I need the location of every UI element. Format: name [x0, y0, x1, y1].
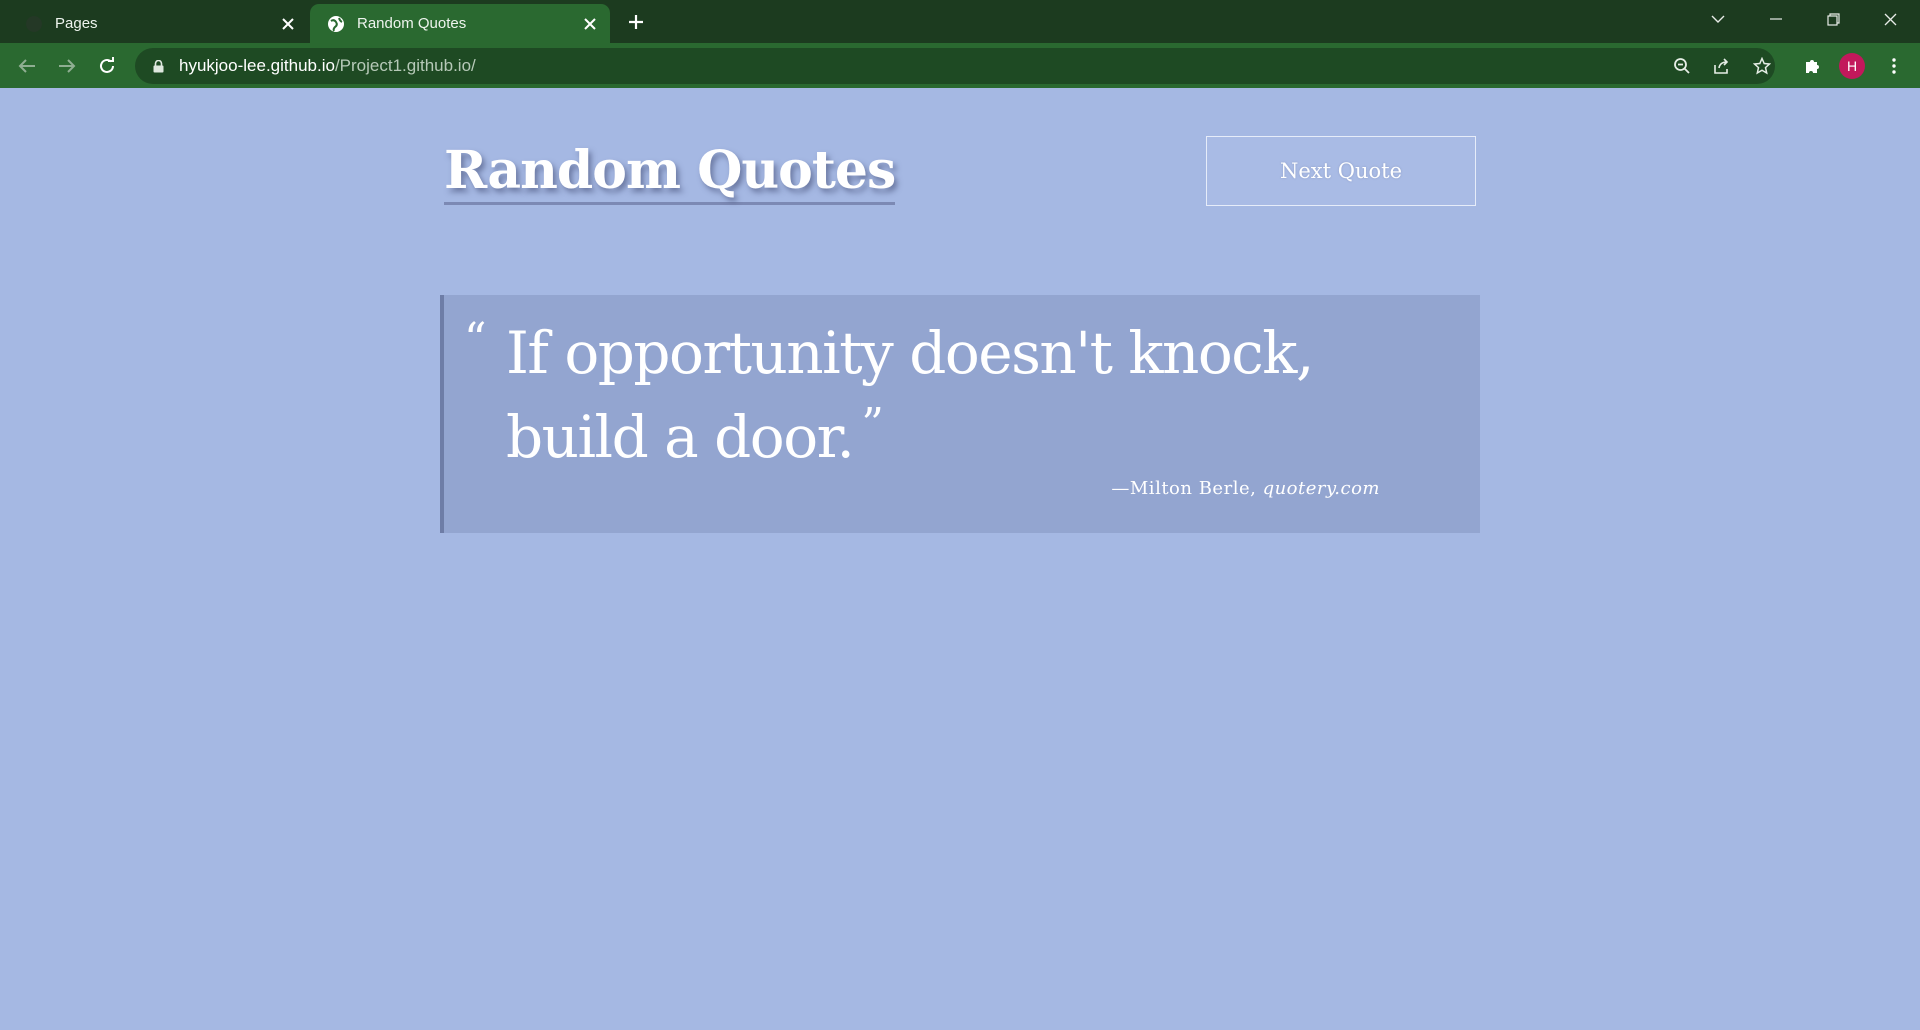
open-quote-mark: “: [464, 314, 487, 365]
address-bar[interactable]: hyukjoo-lee.github.io/Project1.github.io…: [135, 48, 1775, 84]
url-path: /Project1.github.io/: [334, 56, 476, 75]
new-tab-button[interactable]: [622, 8, 650, 36]
globe-icon: [327, 15, 345, 33]
quote-blockquote: “ If opportunity doesn't knock, build a …: [440, 295, 1480, 533]
page-viewport: Random Quotes Next Quote “ If opportunit…: [0, 88, 1920, 1030]
tab-search-icon[interactable]: [1690, 0, 1746, 38]
tab-random-quotes[interactable]: Random Quotes: [310, 4, 610, 43]
page-title: Random Quotes: [444, 142, 896, 205]
url-host: hyukjoo-lee.github.io: [179, 56, 335, 75]
quote-text: If opportunity doesn't knock, build a do…: [506, 319, 1314, 471]
share-icon[interactable]: [1704, 48, 1740, 84]
back-arrow-icon[interactable]: [11, 50, 43, 82]
quote-text-block: If opportunity doesn't knock, build a do…: [506, 317, 1456, 473]
tab-pages[interactable]: Pages: [8, 4, 308, 43]
tab-label: Random Quotes: [357, 15, 467, 32]
bookmark-star-icon[interactable]: [1744, 48, 1780, 84]
extensions-puzzle-icon[interactable]: [1796, 50, 1828, 82]
next-quote-button[interactable]: Next Quote: [1206, 136, 1476, 206]
close-window-icon[interactable]: [1862, 0, 1918, 38]
close-tab-icon[interactable]: [578, 12, 602, 36]
close-quote-mark: ”: [861, 399, 884, 450]
menu-kebab-icon[interactable]: [1878, 50, 1910, 82]
quote-author: —Milton Berle,: [1111, 478, 1257, 499]
forward-arrow-icon[interactable]: [51, 50, 83, 82]
quote-attribution: —Milton Berle, quotery.com: [1111, 478, 1380, 499]
reload-icon[interactable]: [91, 50, 123, 82]
close-tab-icon[interactable]: [276, 12, 300, 36]
lock-icon[interactable]: [151, 59, 165, 73]
browser-toolbar: hyukjoo-lee.github.io/Project1.github.io…: [0, 43, 1920, 88]
profile-avatar[interactable]: H: [1839, 53, 1865, 79]
tab-strip: Pages Random Quotes: [0, 0, 1920, 43]
tab-label: Pages: [55, 15, 98, 32]
quote-source: quotery.com: [1262, 478, 1380, 499]
minimize-icon[interactable]: [1748, 0, 1804, 38]
restore-icon[interactable]: [1805, 0, 1861, 38]
github-icon: [25, 15, 43, 33]
zoom-icon[interactable]: [1664, 48, 1700, 84]
